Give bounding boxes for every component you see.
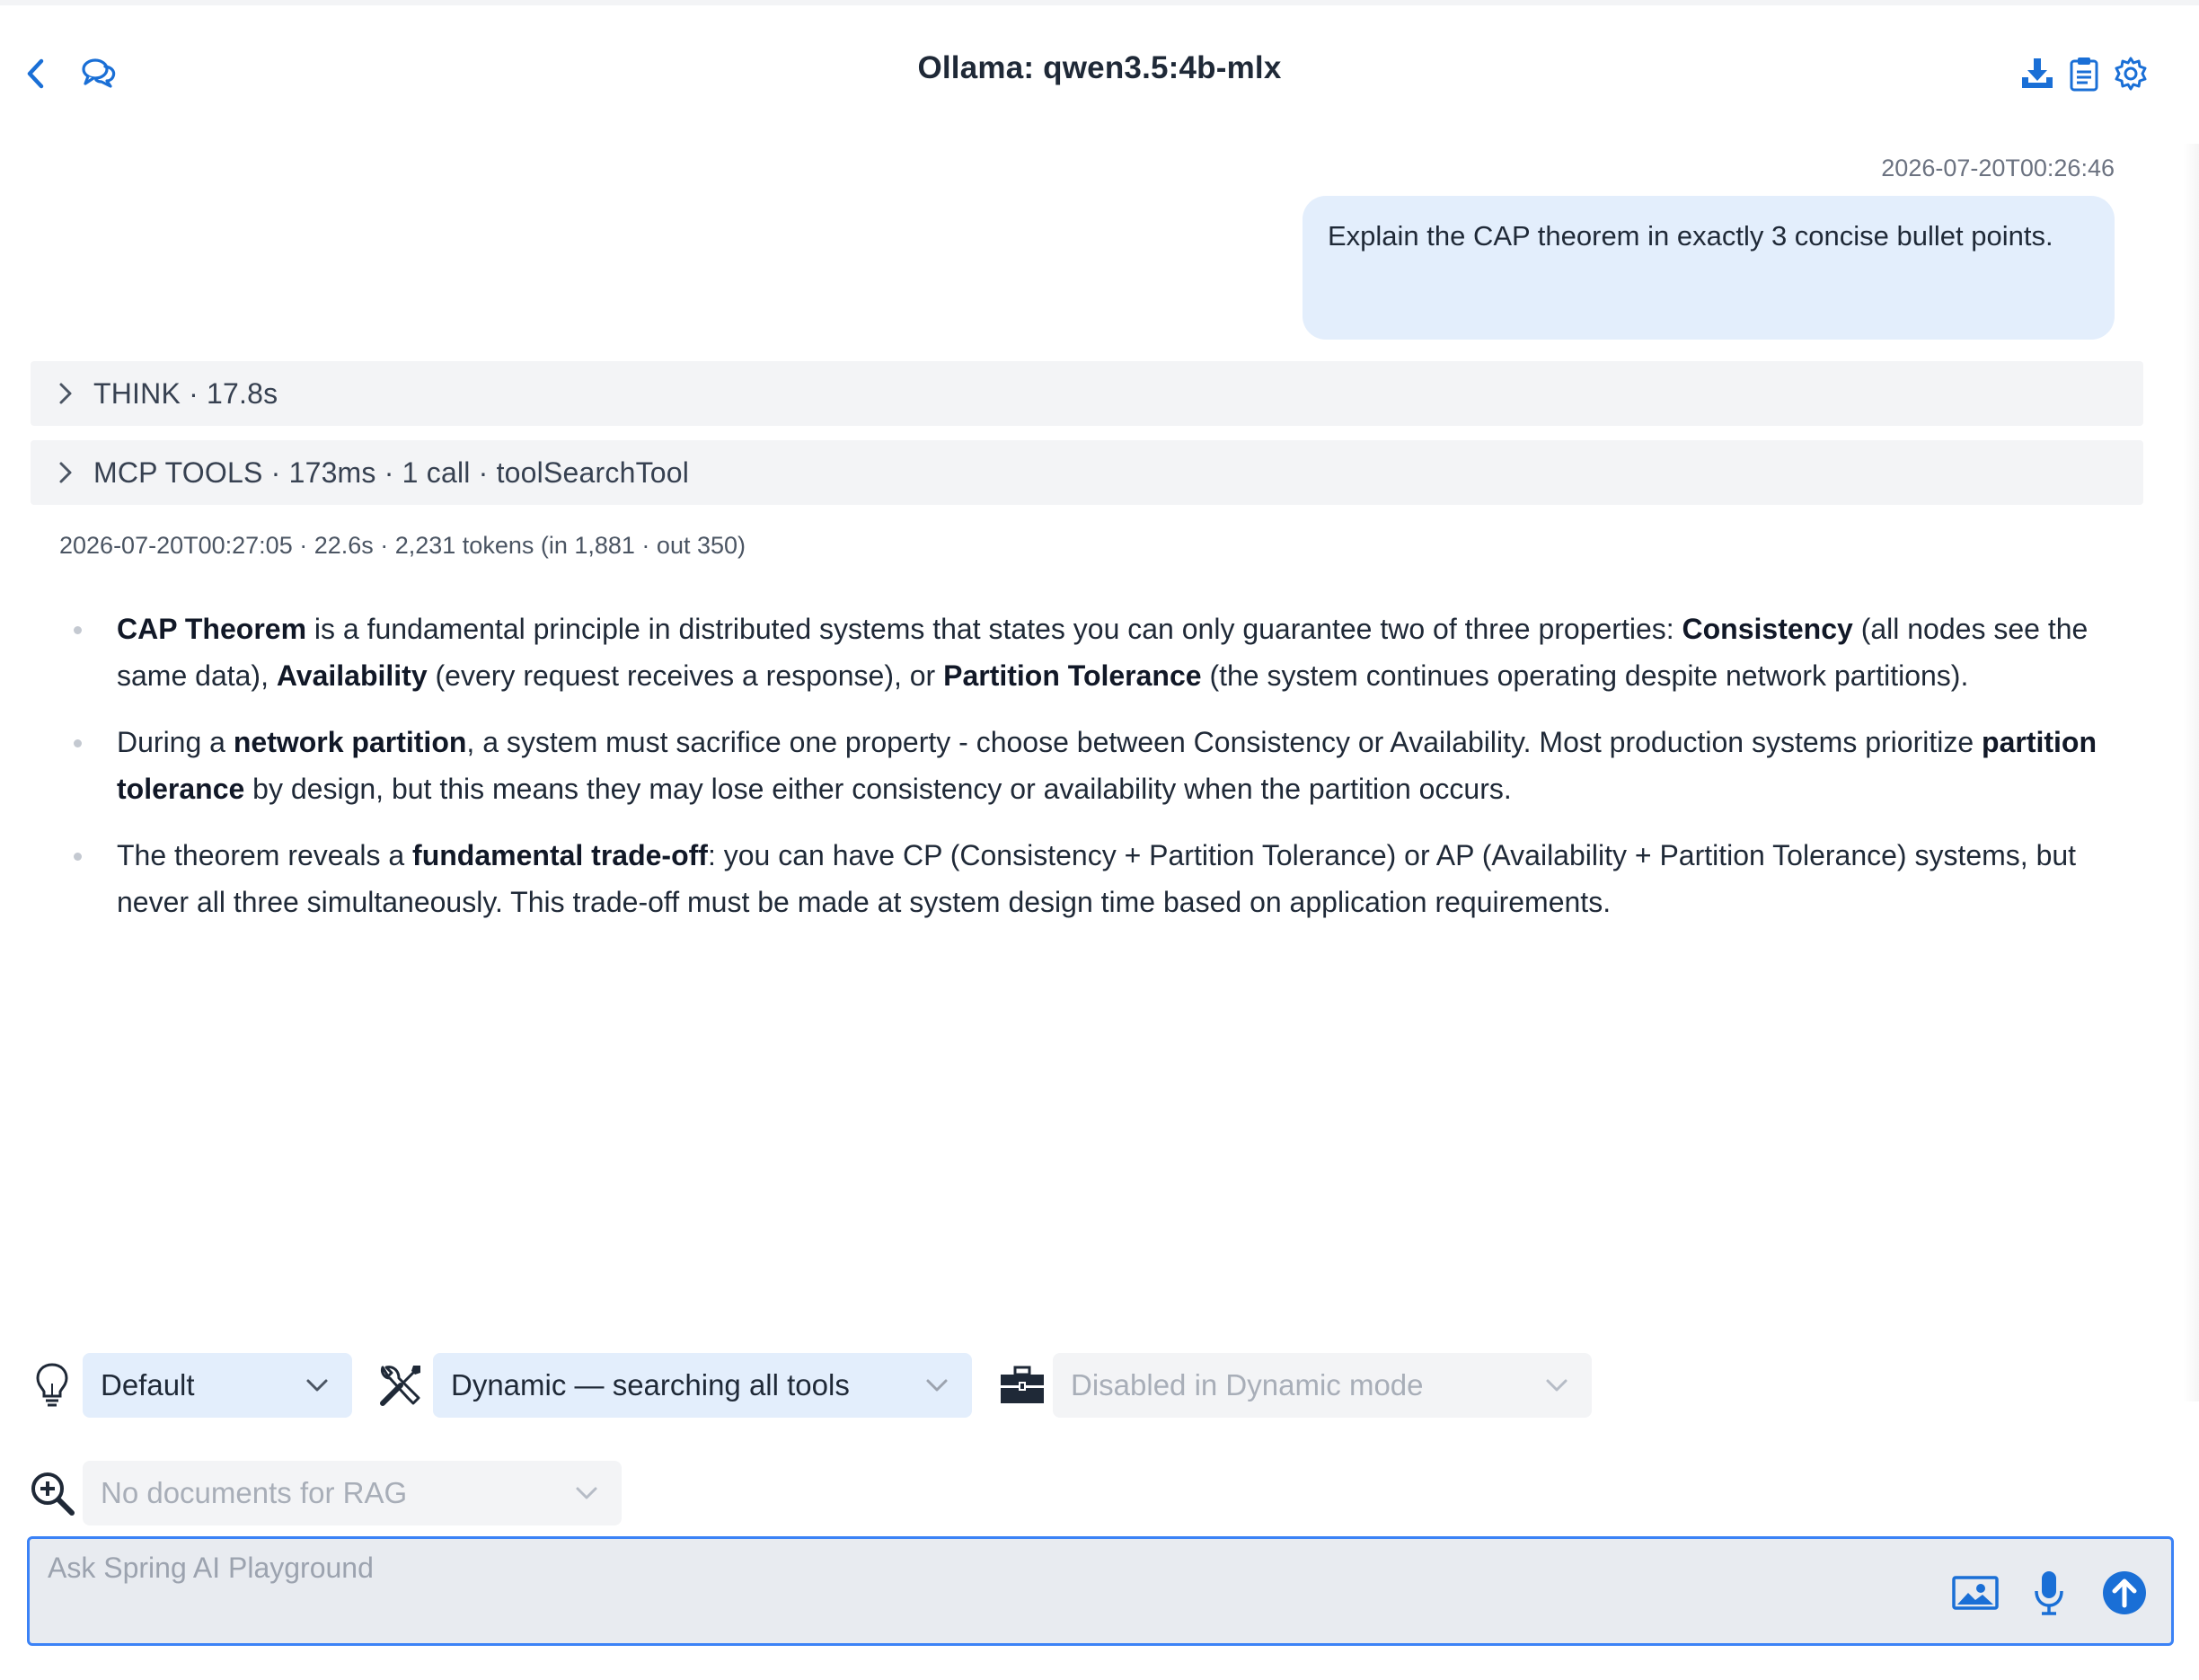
chevron-down-icon xyxy=(304,1372,331,1399)
rag-icon xyxy=(27,1468,77,1518)
rag-select-value: No documents for RAG xyxy=(101,1476,408,1509)
reasoning-select[interactable]: Default xyxy=(83,1353,352,1418)
answer-bold-text: network partition xyxy=(233,726,467,758)
answer-text: (every request receives a response), or xyxy=(427,659,944,692)
reasoning-select-value: Default xyxy=(101,1368,195,1401)
arrow-up-circle-icon xyxy=(2103,1571,2146,1614)
chevron-down-icon xyxy=(923,1372,950,1399)
gear-icon xyxy=(2115,57,2147,91)
toolset-icon xyxy=(997,1360,1047,1410)
microphone-button[interactable] xyxy=(2022,1566,2076,1620)
answer-bold-text: CAP Theorem xyxy=(117,613,307,645)
attach-image-button[interactable] xyxy=(1948,1566,2002,1620)
download-icon xyxy=(2022,58,2053,88)
download-button[interactable] xyxy=(2012,49,2062,99)
chevron-down-icon xyxy=(573,1480,600,1507)
bullet-dot-icon xyxy=(74,853,82,861)
settings-button[interactable] xyxy=(2106,49,2156,99)
answer-bold-text: Consistency xyxy=(1682,613,1853,645)
prompt-input[interactable] xyxy=(48,1552,1844,1632)
user-message-bubble: Explain the CAP theorem in exactly 3 con… xyxy=(1303,196,2115,340)
header: Ollama: qwen3.5:4b-mlx xyxy=(0,5,2199,131)
answer-bold-text: Partition Tolerance xyxy=(943,659,1202,692)
chevron-right-icon xyxy=(52,459,79,486)
assistant-message: CAP Theorem is a fundamental principle i… xyxy=(72,606,2138,945)
page-title: Ollama: qwen3.5:4b-mlx xyxy=(917,50,1282,85)
chevron-right-icon xyxy=(52,380,79,407)
toolset-select-value: Disabled in Dynamic mode xyxy=(1071,1368,1424,1401)
chevron-down-icon xyxy=(1543,1372,1570,1399)
answer-text: During a xyxy=(117,726,234,758)
zoom-in-icon xyxy=(31,1472,75,1516)
rag-documents-select: No documents for RAG xyxy=(83,1461,622,1525)
image-icon xyxy=(1952,1576,1999,1610)
lightbulb-icon xyxy=(36,1363,68,1407)
answer-bold-text: fundamental trade-off xyxy=(412,839,708,871)
think-section-label: THINK · 17.8s xyxy=(93,376,278,410)
answer-bullet-item: The theorem reveals a fundamental trade-… xyxy=(72,832,2138,925)
answer-text: (the system continues operating despite … xyxy=(1201,659,1969,692)
chat-page: Ollama: qwen3.5:4b-mlx 2026-07-20T00:26:… xyxy=(0,0,2199,1680)
answer-text: , a system must sacrifice one property -… xyxy=(466,726,1983,758)
copy-button[interactable] xyxy=(2059,49,2109,99)
tools-mode-select[interactable]: Dynamic — searching all tools xyxy=(433,1353,972,1418)
answer-bullet-list: CAP Theorem is a fundamental principle i… xyxy=(72,606,2138,925)
answer-text: The theorem reveals a xyxy=(117,839,413,871)
bullet-dot-icon xyxy=(74,739,82,747)
mcp-tools-section-label: MCP TOOLS · 173ms · 1 call · toolSearchT… xyxy=(93,455,690,489)
microphone-icon xyxy=(2035,1571,2063,1615)
toolbox-icon xyxy=(1001,1366,1044,1403)
tools-icon xyxy=(380,1366,420,1406)
answer-bold-text: Availability xyxy=(276,659,428,692)
toolset-select: Disabled in Dynamic mode xyxy=(1053,1353,1592,1418)
answer-bullet-item: CAP Theorem is a fundamental principle i… xyxy=(72,606,2138,699)
bullet-dot-icon xyxy=(74,626,82,634)
send-button[interactable] xyxy=(2097,1566,2151,1620)
answer-bullet-item: During a network partition, a system mus… xyxy=(72,719,2138,812)
user-message-timestamp: 2026-07-20T00:26:46 xyxy=(1881,155,2115,181)
scroll-edge-shadow xyxy=(2183,144,2199,1401)
response-meta: 2026-07-20T00:27:05 · 22.6s · 2,231 toke… xyxy=(59,532,746,559)
tools-mode-select-value: Dynamic — searching all tools xyxy=(451,1368,850,1401)
tools-mode-icon xyxy=(375,1360,426,1410)
think-section-toggle[interactable]: THINK · 17.8s xyxy=(31,361,2143,426)
prompt-input-container xyxy=(27,1536,2174,1646)
reasoning-icon xyxy=(27,1360,77,1410)
answer-text: by design, but this means they may lose … xyxy=(244,773,1512,805)
mcp-tools-section-toggle[interactable]: MCP TOOLS · 173ms · 1 call · toolSearchT… xyxy=(31,440,2143,505)
clipboard-icon xyxy=(2070,57,2098,92)
answer-text: is a fundamental principle in distribute… xyxy=(306,613,1682,645)
